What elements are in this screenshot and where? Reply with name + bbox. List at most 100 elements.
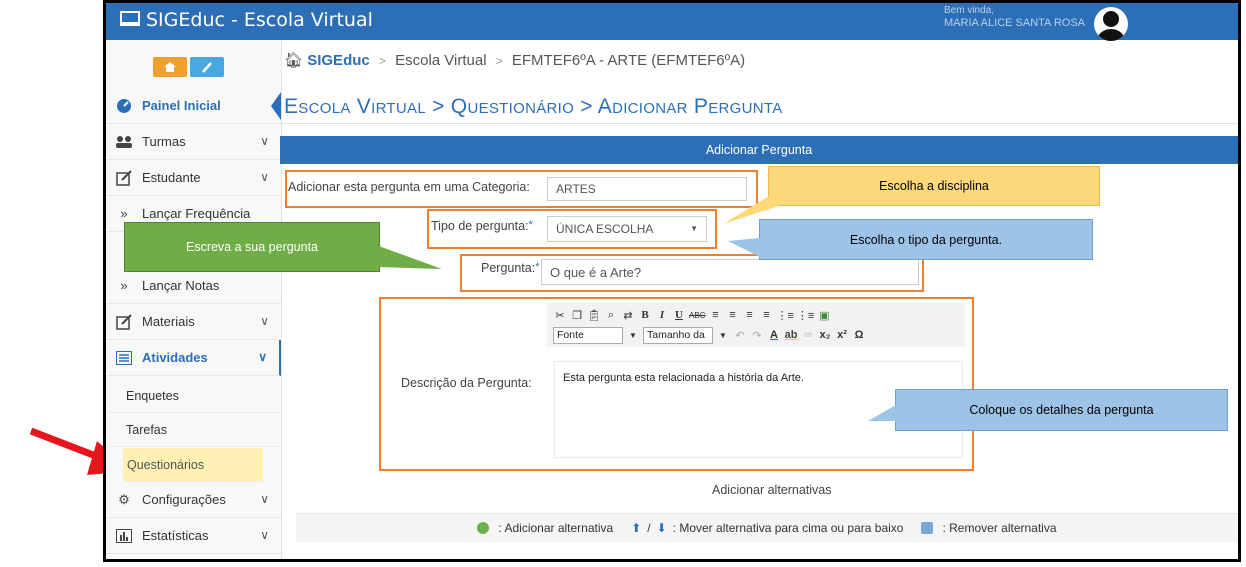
bold-icon[interactable]: B [638, 308, 652, 322]
chevron-down-icon: ∨ [260, 528, 269, 542]
callout-discipline: Escolha a disciplina [768, 166, 1100, 206]
page-title: Escola Virtual > Questionário > Adiciona… [284, 95, 783, 118]
find-icon[interactable]: ⌕ [604, 308, 618, 322]
image-icon[interactable]: ▣ [817, 308, 831, 322]
sidebar-item-painel-inicial[interactable]: Painel Inicial [106, 88, 281, 124]
sidebar-subitem-questionarios[interactable]: Questionários [123, 448, 263, 482]
trash-icon[interactable] [921, 522, 934, 534]
strikethrough-icon[interactable]: ABC [689, 308, 705, 322]
app-title-text: SIGEduc - Escola Virtual [146, 9, 373, 31]
add-circle-icon[interactable] [477, 522, 490, 534]
user-name: MARIA ALICE SANTA ROSA [944, 17, 1086, 29]
sidebar-item-label: Estudante [142, 170, 201, 185]
callout-write: Escreva a sua pergunta [124, 222, 380, 272]
align-center-icon[interactable]: ≡ [725, 308, 739, 322]
required-marker: * [528, 219, 533, 231]
sidebar-item-atividades[interactable]: Atividades ∨ [106, 340, 281, 376]
size-select[interactable]: Tamanho da [643, 326, 713, 344]
arrow-down-icon[interactable]: ⬇︎ [657, 521, 667, 535]
pencil-icon [202, 62, 212, 73]
legend-move-text: : Mover alternativa para cima ou para ba… [672, 521, 904, 535]
redo-icon[interactable]: ↷ [750, 328, 764, 342]
highlight-icon[interactable]: ab [784, 328, 798, 342]
replace-icon[interactable]: ⇄ [621, 308, 635, 322]
breadcrumb-separator: > [378, 54, 386, 68]
double-chevron-icon: » [120, 278, 128, 293]
size-select-value: Tamanho da [647, 329, 705, 341]
font-select[interactable]: Fonte [553, 326, 623, 344]
sidebar-item-estudante[interactable]: Estudante ∨ [106, 160, 281, 196]
monitor-icon [120, 10, 140, 32]
callout-type: Escolha o tipo da pergunta. [759, 219, 1093, 260]
breadcrumb-home[interactable]: SIGEduc [307, 52, 370, 69]
sidebar-subitem-tarefas[interactable]: Tarefas [106, 413, 281, 447]
caret-down-icon[interactable]: ▼ [626, 328, 640, 342]
breadcrumb-separator: > [495, 54, 503, 68]
type-label-text: Tipo de pergunta: [431, 219, 529, 233]
gears-icon: ⚙ [118, 491, 130, 507]
sidebar-item-turmas[interactable]: Turmas ∨ [106, 124, 281, 160]
align-justify-icon[interactable]: ≡ [759, 308, 773, 322]
special-char-icon[interactable]: Ω [852, 328, 866, 342]
callout-write-pointer [376, 245, 442, 269]
undo-icon[interactable]: ↶ [733, 328, 747, 342]
text-color-icon[interactable]: A [767, 328, 781, 342]
avatar[interactable] [1094, 7, 1128, 41]
app-title[interactable]: SIGEduc - Escola Virtual [120, 9, 373, 32]
required-marker: * [535, 261, 540, 273]
home-icon[interactable]: 🏠︎ [284, 52, 303, 69]
italic-icon[interactable]: I [655, 308, 669, 322]
chevron-down-icon: ∨ [260, 492, 269, 506]
underline-icon[interactable]: U [672, 308, 686, 322]
sidebar-item-label: Lançar Frequência [142, 206, 251, 221]
link-icon[interactable]: ∞ [801, 328, 815, 342]
subscript-icon[interactable]: x₂ [818, 328, 832, 342]
add-alternatives-label: Adicionar alternativas [712, 483, 832, 497]
question-type-select[interactable]: ÚNICA ESCOLHA ▼ [547, 216, 707, 242]
edit-icon [114, 313, 134, 330]
paste-icon[interactable]: 📋︎ [587, 308, 601, 322]
users-icon [114, 135, 134, 149]
sidebar-item-label: Painel Inicial [142, 98, 221, 113]
copy-icon[interactable]: ❐ [570, 308, 584, 322]
sidebar-item-estatisticas[interactable]: Estatísticas ∨ [106, 518, 281, 554]
form-header: Adicionar Pergunta [280, 136, 1238, 164]
cut-icon[interactable]: ✂ [553, 308, 567, 322]
sidebar-subitem-enquetes[interactable]: Enquetes [106, 379, 281, 413]
alternatives-legend: : Adicionar alternativa ⬆︎ / ⬇︎: Mover alt… [296, 513, 1238, 542]
numbered-list-icon[interactable]: ⋮≡ [797, 308, 814, 322]
sidebar-item-configuracoes[interactable]: ⚙ Configurações ∨ [106, 482, 281, 518]
welcome-text: Bem vinda, [944, 5, 995, 16]
sidebar: Painel Inicial Turmas ∨ Estudante ∨ » La… [106, 40, 282, 559]
category-select[interactable]: ARTES [547, 177, 747, 201]
breadcrumb: 🏠︎ SIGEduc > Escola Virtual > EFMTEF6ºA … [284, 51, 745, 69]
type-value: ÚNICA ESCOLHA [556, 222, 654, 236]
sidebar-item-label: Atividades [142, 350, 208, 365]
callout-details-pointer [868, 405, 896, 421]
sidebar-subitem-label: Tarefas [126, 422, 167, 437]
callout-details: Coloque os detalhes da pergunta [895, 389, 1228, 431]
chevron-down-icon: ∨ [260, 134, 269, 148]
breadcrumb-escola-virtual[interactable]: Escola Virtual [395, 52, 486, 69]
callout-discipline-text: Escolha a disciplina [879, 179, 989, 193]
chevron-down-icon: ∨ [260, 170, 269, 184]
toolbar-row-2: Fonte ▼ Tamanho da ▼ ↶ ↷ A ab ∞ x₂ x² Ω [553, 326, 866, 344]
description-label: Descrição da Pergunta: [401, 376, 532, 390]
sidebar-item-lancar-notas[interactable]: » Lançar Notas [106, 268, 281, 304]
superscript-icon[interactable]: x² [835, 328, 849, 342]
question-value: O que é a Arte? [550, 264, 642, 280]
sidebar-item-materiais[interactable]: Materiais ∨ [106, 304, 281, 340]
home-button[interactable] [153, 57, 187, 77]
align-right-icon[interactable]: ≡ [742, 308, 756, 322]
edit-profile-button[interactable] [190, 57, 224, 77]
chevron-down-icon: ∨ [260, 314, 269, 328]
callout-type-text: Escolha o tipo da pergunta. [849, 232, 1003, 247]
callout-type-pointer [728, 238, 760, 257]
align-left-icon[interactable]: ≡ [708, 308, 722, 322]
caret-down-icon[interactable]: ▼ [716, 328, 730, 342]
question-label: Pergunta:* [481, 261, 540, 275]
legend-remove-text: : Remover alternativa [942, 521, 1057, 535]
arrow-up-icon[interactable]: ⬆︎ [631, 521, 641, 535]
bullet-list-icon[interactable]: ⋮≡ [776, 308, 793, 322]
font-select-value: Fonte [557, 329, 584, 341]
